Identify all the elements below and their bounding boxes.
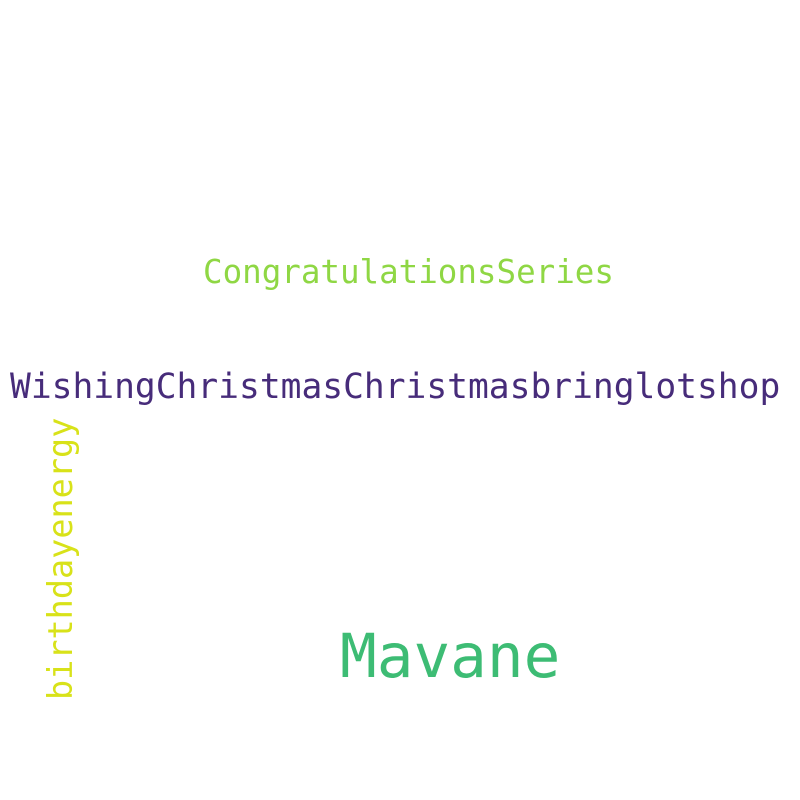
word-wishingchristmas: WishingChristmasChristmasbringlotshop [10,367,781,407]
word-congratulationsseries: CongratulationsSeries [203,253,614,291]
word-mavane: Mavane [340,621,561,692]
word-birthdayenergy: birthdayenergy [41,417,80,700]
word-cloud: CongratulationsSeries WishingChristmasCh… [0,0,800,800]
